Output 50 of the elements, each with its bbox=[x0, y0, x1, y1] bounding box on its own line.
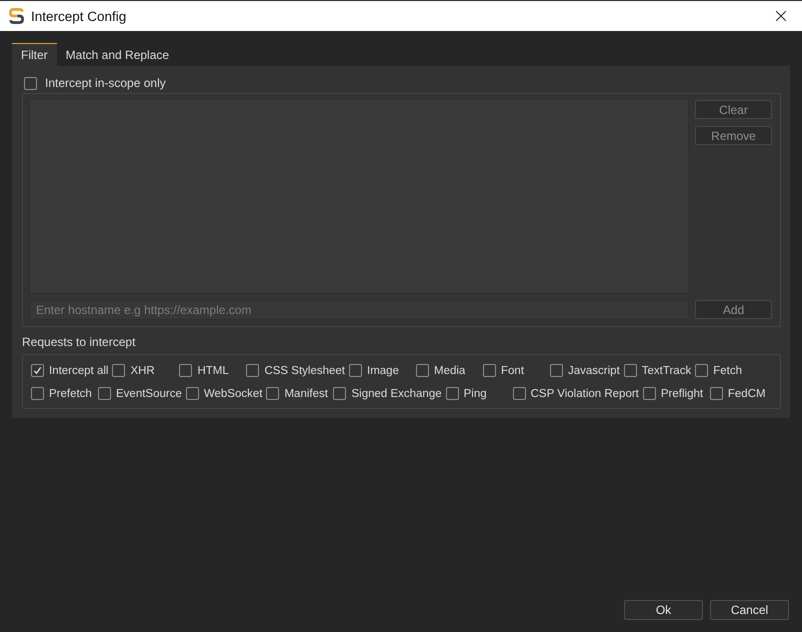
checkbox-label[interactable]: Javascript bbox=[568, 364, 620, 376]
checkbox[interactable] bbox=[31, 364, 44, 377]
checkbox[interactable] bbox=[642, 387, 656, 400]
checkbox-label[interactable]: FedCM bbox=[728, 388, 766, 400]
dialog-button[interactable]: Ok bbox=[624, 600, 703, 620]
checkbox-label[interactable]: Manifest bbox=[284, 388, 328, 400]
close-icon bbox=[776, 11, 786, 21]
checkbox-label[interactable]: Prefetch bbox=[49, 388, 92, 400]
checkbox-label[interactable]: Font bbox=[501, 364, 524, 376]
checkbox-label[interactable]: CSP Violation Report bbox=[530, 388, 639, 400]
checkbox-label[interactable]: XHR bbox=[130, 364, 155, 376]
checkbox[interactable] bbox=[483, 364, 496, 377]
checkbox[interactable] bbox=[266, 387, 280, 400]
checkbox[interactable] bbox=[550, 364, 563, 377]
checkbox[interactable] bbox=[24, 76, 37, 90]
checkbox-label[interactable]: HTML bbox=[197, 364, 229, 376]
checkbox[interactable] bbox=[512, 387, 526, 400]
checkbox-label[interactable]: Fetch bbox=[713, 364, 742, 376]
checkbox[interactable] bbox=[446, 387, 459, 400]
checkbox-label[interactable]: WebSocket bbox=[204, 388, 262, 400]
tab[interactable]: Match and Replace bbox=[56, 43, 178, 66]
checkbox-label[interactable]: Image bbox=[367, 364, 399, 376]
checkmark-icon bbox=[33, 366, 42, 375]
checkbox[interactable] bbox=[695, 364, 708, 377]
checkbox-label[interactable]: TextTrack bbox=[642, 364, 692, 376]
checkbox[interactable] bbox=[112, 364, 126, 377]
checkbox[interactable] bbox=[349, 364, 362, 377]
hostname-input[interactable]: Enter hostname e.g https://example.com bbox=[29, 300, 689, 320]
checkbox-label[interactable]: EventSource bbox=[116, 388, 182, 400]
checkbox[interactable] bbox=[186, 387, 199, 400]
checkbox[interactable] bbox=[416, 364, 429, 377]
checkbox[interactable] bbox=[179, 364, 192, 377]
checkbox-label[interactable]: Intercept in-scope only bbox=[45, 76, 166, 90]
section-label: Requests to intercept bbox=[22, 335, 136, 349]
checkbox[interactable] bbox=[98, 387, 111, 400]
checkbox[interactable] bbox=[333, 387, 346, 400]
tab[interactable]: Filter bbox=[12, 43, 57, 66]
checkbox-label[interactable]: Ping bbox=[464, 388, 487, 400]
checkbox-label[interactable]: Intercept all bbox=[49, 364, 108, 376]
dialog-button[interactable]: Cancel bbox=[710, 600, 789, 620]
window-title: Intercept Config bbox=[31, 8, 126, 24]
app-logo-icon bbox=[9, 8, 24, 24]
checkbox-label[interactable]: Signed Exchange bbox=[351, 388, 442, 400]
checkbox[interactable] bbox=[246, 364, 260, 377]
checkbox[interactable] bbox=[31, 387, 44, 400]
checkbox[interactable] bbox=[710, 387, 723, 400]
checkbox-label[interactable]: Media bbox=[434, 364, 466, 376]
checkbox[interactable] bbox=[624, 364, 637, 377]
checkbox-label[interactable]: Preflight bbox=[660, 388, 704, 400]
checkbox-label[interactable]: CSS Stylesheet bbox=[264, 364, 345, 376]
